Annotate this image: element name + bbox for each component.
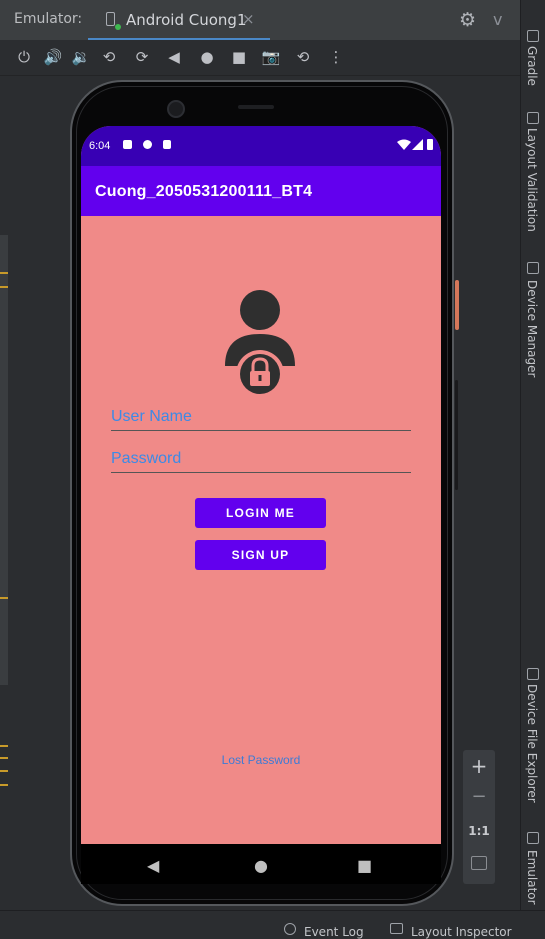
user-lock-icon bbox=[225, 290, 295, 398]
zoom-actual-size-button[interactable]: 1:1 bbox=[463, 824, 495, 838]
event-log-button[interactable]: Event Log bbox=[304, 925, 364, 939]
nav-home-icon[interactable]: ● bbox=[254, 856, 268, 875]
earpiece-speaker bbox=[238, 105, 274, 109]
power-side-button bbox=[455, 280, 459, 330]
snapshot-icon[interactable]: ⟲ bbox=[292, 46, 314, 68]
nav-recents-icon[interactable]: ■ bbox=[357, 856, 372, 875]
android-nav-bar: ◀ ● ■ bbox=[81, 844, 441, 884]
gutter-marker bbox=[0, 745, 8, 747]
ide-status-bar: Event Log Layout Inspector bbox=[0, 910, 545, 939]
gutter-marker bbox=[0, 286, 8, 288]
layout-validation-icon bbox=[527, 112, 539, 124]
username-hint: User Name bbox=[111, 408, 192, 425]
gutter-marker bbox=[0, 597, 8, 599]
zoom-out-button[interactable]: − bbox=[463, 786, 495, 807]
tool-window-header: Emulator: Android Cuong1 × ⚙ v bbox=[0, 0, 520, 41]
notification-app-icon bbox=[143, 140, 152, 149]
wifi-icon bbox=[397, 139, 411, 150]
power-icon[interactable]: ⏻ bbox=[13, 46, 35, 68]
running-indicator-icon bbox=[115, 24, 121, 30]
more-icon[interactable]: ⋮ bbox=[325, 46, 347, 68]
camera-icon[interactable]: 📷 bbox=[260, 46, 282, 68]
close-icon[interactable]: × bbox=[242, 10, 255, 28]
zoom-controls: + − 1:1 bbox=[463, 750, 495, 884]
gradle-icon bbox=[527, 30, 539, 42]
back-icon[interactable]: ◀ bbox=[163, 46, 185, 68]
gutter-marker bbox=[0, 757, 8, 759]
tab-emulator[interactable]: Emulator bbox=[525, 850, 539, 905]
app-bar: Cuong_2050531200111_BT4 bbox=[81, 166, 441, 216]
layout-inspector-button[interactable]: Layout Inspector bbox=[411, 925, 512, 939]
nav-back-icon[interactable]: ◀ bbox=[147, 856, 159, 875]
gutter-marker bbox=[0, 784, 8, 786]
tab-gradle[interactable]: Gradle bbox=[525, 46, 539, 86]
status-time: 6:04 bbox=[89, 140, 111, 152]
password-field[interactable]: Password bbox=[111, 446, 411, 473]
chevron-down-icon[interactable]: v bbox=[493, 10, 502, 29]
layout-inspector-icon bbox=[390, 923, 403, 934]
right-tool-stripe: Gradle Layout Validation Device Manager … bbox=[520, 0, 545, 910]
volume-up-icon[interactable]: 🔊 bbox=[42, 46, 64, 68]
rotate-right-icon[interactable]: ⟳ bbox=[131, 46, 153, 68]
overview-icon[interactable]: ■ bbox=[228, 46, 250, 68]
login-button[interactable]: LOGIN ME bbox=[195, 498, 326, 528]
username-field[interactable]: User Name bbox=[111, 404, 411, 431]
zoom-in-button[interactable]: + bbox=[463, 754, 495, 778]
tab-device-manager[interactable]: Device Manager bbox=[525, 280, 539, 377]
fit-screen-icon[interactable] bbox=[471, 856, 487, 870]
device-manager-icon bbox=[527, 262, 539, 274]
password-hint: Password bbox=[111, 450, 182, 467]
tab-device-file-explorer[interactable]: Device File Explorer bbox=[525, 684, 539, 803]
signup-button[interactable]: SIGN UP bbox=[195, 540, 326, 570]
sd-card-icon bbox=[163, 140, 171, 149]
event-log-icon bbox=[284, 923, 296, 935]
rotate-left-icon[interactable]: ⟲ bbox=[98, 46, 120, 68]
volume-side-button bbox=[455, 380, 458, 490]
lost-password-link[interactable]: Lost Password bbox=[81, 753, 441, 767]
battery-icon bbox=[427, 139, 433, 150]
device-file-explorer-icon bbox=[527, 668, 539, 680]
gutter-marker bbox=[0, 770, 8, 772]
tool-window-label: Emulator: bbox=[14, 11, 83, 27]
volume-down-icon[interactable]: 🔉 bbox=[70, 46, 92, 68]
tab-title: Android Cuong1 bbox=[126, 11, 247, 29]
emulator-toolbar: ⏻ 🔊 🔉 ⟲ ⟳ ◀ ● ■ 📷 ⟲ ⋮ bbox=[0, 40, 520, 76]
gear-icon[interactable]: ⚙ bbox=[459, 9, 476, 31]
left-panel-edge bbox=[0, 235, 8, 685]
gutter-marker bbox=[0, 272, 8, 274]
home-icon[interactable]: ● bbox=[196, 46, 218, 68]
front-camera-icon bbox=[167, 100, 185, 118]
android-status-bar: 6:04 bbox=[81, 126, 441, 166]
tab-layout-validation[interactable]: Layout Validation bbox=[525, 128, 539, 232]
emulator-icon bbox=[527, 832, 539, 844]
app-title: Cuong_2050531200111_BT4 bbox=[95, 183, 313, 200]
tab-android-cuong1[interactable]: Android Cuong1 × bbox=[88, 0, 270, 41]
notification-a-icon bbox=[123, 140, 132, 149]
device-icon bbox=[106, 12, 115, 26]
signal-icon bbox=[412, 139, 423, 150]
device-screen: 6:04 Cuong_2050531200111_BT4 User Name P… bbox=[81, 126, 441, 844]
